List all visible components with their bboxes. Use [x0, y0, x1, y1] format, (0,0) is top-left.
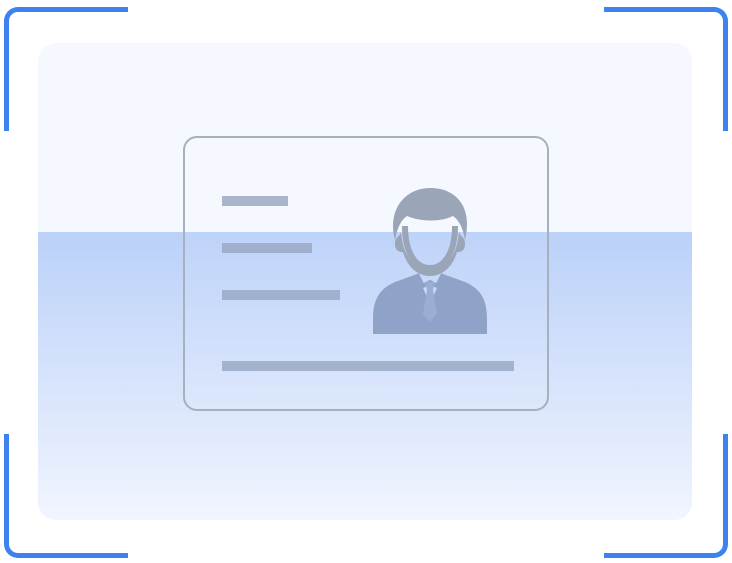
viewfinder-corner-bottom-left	[4, 434, 128, 558]
card-text-placeholder-line	[222, 361, 514, 371]
card-text-placeholder-line	[222, 196, 288, 206]
viewfinder-corner-top-left	[4, 7, 128, 131]
person-silhouette-icon	[373, 188, 487, 334]
card-text-placeholder-line	[222, 290, 340, 300]
id-card-icon	[183, 136, 549, 411]
viewfinder-corner-top-right	[604, 7, 728, 131]
id-scan-illustration	[0, 0, 732, 563]
viewfinder-corner-bottom-right	[604, 434, 728, 558]
card-text-placeholder-line	[222, 243, 312, 253]
